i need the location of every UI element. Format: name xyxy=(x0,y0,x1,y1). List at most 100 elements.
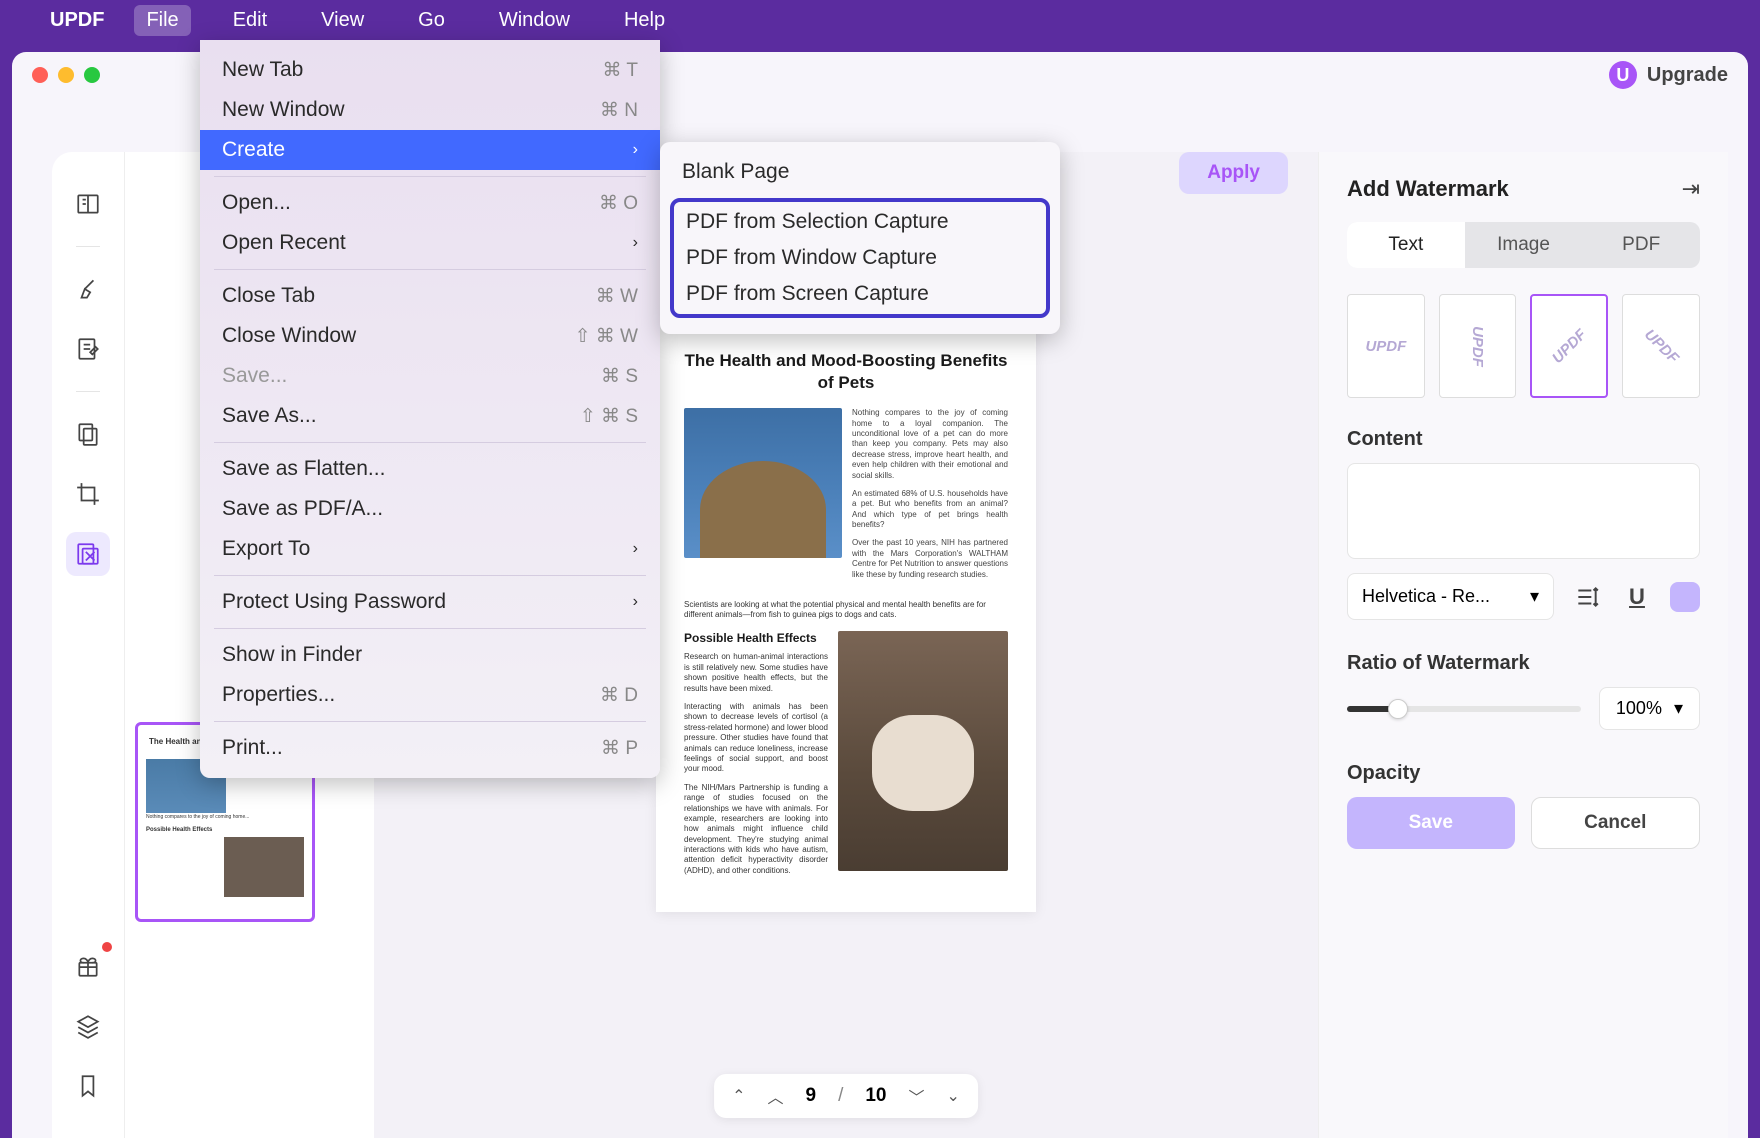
edit-tool[interactable] xyxy=(66,327,110,371)
minimize-window-button[interactable] xyxy=(58,67,74,83)
menu-save-flatten[interactable]: Save as Flatten... xyxy=(200,449,660,489)
page-navigation: ⌃ ︿ 9 / 10 ﹀ ⌄ xyxy=(714,1074,978,1118)
tab-pdf[interactable]: PDF xyxy=(1582,222,1700,268)
page-separator: / xyxy=(838,1085,843,1107)
separator xyxy=(214,575,646,576)
cancel-button[interactable]: Cancel xyxy=(1531,797,1701,849)
menubar-file[interactable]: File xyxy=(134,5,190,36)
submenu-screen-capture[interactable]: PDF from Screen Capture xyxy=(674,276,1046,312)
capture-highlight-box: PDF from Selection Capture PDF from Wind… xyxy=(670,198,1050,318)
menubar-app-name[interactable]: UPDF xyxy=(50,9,104,32)
menu-save-pdfa[interactable]: Save as PDF/A... xyxy=(200,489,660,529)
ratio-slider[interactable] xyxy=(1347,706,1581,712)
page-view[interactable]: The Health and Mood-Boosting Benefits of… xyxy=(656,322,1036,912)
wm-preview-horizontal[interactable]: UPDF xyxy=(1347,294,1425,398)
menubar-help[interactable]: Help xyxy=(612,5,677,36)
submenu-selection-capture[interactable]: PDF from Selection Capture xyxy=(674,204,1046,240)
menu-show-finder[interactable]: Show in Finder xyxy=(200,635,660,675)
separator xyxy=(214,269,646,270)
next-page-button[interactable]: ﹀ xyxy=(909,1084,925,1108)
prev-page-button[interactable]: ︿ xyxy=(767,1084,783,1108)
font-select[interactable]: Helvetica - Re... ▾ xyxy=(1347,573,1554,620)
watermark-content-input[interactable] xyxy=(1347,463,1700,559)
upgrade-label: Upgrade xyxy=(1647,64,1728,87)
separator xyxy=(76,246,100,247)
reader-tool[interactable] xyxy=(66,182,110,226)
chevron-right-icon: › xyxy=(633,593,638,611)
cat-image-icon xyxy=(684,408,842,558)
current-page[interactable]: 9 xyxy=(806,1085,817,1107)
line-spacing-icon[interactable] xyxy=(1570,580,1604,614)
watermark-tool[interactable] xyxy=(66,532,110,576)
menu-save-as[interactable]: Save As...⇧ ⌘ S xyxy=(200,396,660,436)
create-submenu: Blank Page PDF from Selection Capture PD… xyxy=(660,142,1060,334)
watermark-type-tabs: Text Image PDF xyxy=(1347,222,1700,268)
separator xyxy=(76,391,100,392)
separator xyxy=(214,628,646,629)
comment-tool[interactable] xyxy=(66,267,110,311)
upgrade-badge-icon: U xyxy=(1609,61,1637,89)
menubar-edit[interactable]: Edit xyxy=(221,5,279,36)
close-window-button[interactable] xyxy=(32,67,48,83)
color-picker[interactable] xyxy=(1670,582,1700,612)
underline-icon[interactable]: U xyxy=(1620,580,1654,614)
organize-tool[interactable] xyxy=(66,412,110,456)
wm-preview-diagonal-down[interactable]: UPDF xyxy=(1622,294,1700,398)
apply-button[interactable]: Apply xyxy=(1179,152,1288,194)
submenu-window-capture[interactable]: PDF from Window Capture xyxy=(674,240,1046,276)
thumbnail-image-icon xyxy=(224,837,304,897)
wm-preview-diagonal-up[interactable]: UPDF xyxy=(1530,294,1608,398)
file-menu: New Tab⌘ T New Window⌘ N Create› Open...… xyxy=(200,40,660,778)
menubar-window[interactable]: Window xyxy=(487,5,582,36)
menu-new-window[interactable]: New Window⌘ N xyxy=(200,90,660,130)
panel-title: Add Watermark xyxy=(1347,176,1509,202)
notification-dot-icon xyxy=(102,942,112,952)
opacity-label: Opacity xyxy=(1347,762,1700,785)
menubar-view[interactable]: View xyxy=(309,5,376,36)
chevron-right-icon: › xyxy=(633,141,638,159)
ratio-label: Ratio of Watermark xyxy=(1347,652,1700,675)
menu-new-tab[interactable]: New Tab⌘ T xyxy=(200,50,660,90)
upgrade-button[interactable]: U Upgrade xyxy=(1609,61,1728,89)
watermark-panel: Add Watermark ⇥ Text Image PDF UPDF UPDF… xyxy=(1318,152,1728,1138)
dogs-image-icon xyxy=(838,631,1008,871)
left-toolbar xyxy=(52,152,124,1138)
separator xyxy=(214,442,646,443)
tab-text[interactable]: Text xyxy=(1347,222,1465,268)
maximize-window-button[interactable] xyxy=(84,67,100,83)
menu-create[interactable]: Create› xyxy=(200,130,660,170)
menu-open[interactable]: Open...⌘ O xyxy=(200,183,660,223)
system-menubar: UPDF File Edit View Go Window Help xyxy=(0,0,1760,40)
menubar-go[interactable]: Go xyxy=(406,5,457,36)
menu-print[interactable]: Print...⌘ P xyxy=(200,728,660,768)
chevron-right-icon: › xyxy=(633,540,638,558)
content-label: Content xyxy=(1347,428,1700,451)
submenu-blank-page[interactable]: Blank Page xyxy=(660,152,1060,192)
collapse-panel-icon[interactable]: ⇥ xyxy=(1682,176,1700,202)
menu-close-window[interactable]: Close Window⇧ ⌘ W xyxy=(200,316,660,356)
menu-protect[interactable]: Protect Using Password› xyxy=(200,582,660,622)
total-pages: 10 xyxy=(865,1085,886,1107)
ratio-value-select[interactable]: 100% ▾ xyxy=(1599,687,1700,730)
last-page-button[interactable]: ⌄ xyxy=(947,1086,960,1106)
page-heading: The Health and Mood-Boosting Benefits of… xyxy=(684,350,1008,394)
traffic-lights xyxy=(32,67,100,83)
bookmark-tool[interactable] xyxy=(66,1064,110,1108)
menu-export-to[interactable]: Export To› xyxy=(200,529,660,569)
menu-properties[interactable]: Properties...⌘ D xyxy=(200,675,660,715)
layers-tool[interactable] xyxy=(66,1004,110,1048)
dropdown-arrow-icon: ▾ xyxy=(1530,586,1539,607)
separator xyxy=(214,721,646,722)
menu-save[interactable]: Save...⌘ S xyxy=(200,356,660,396)
save-button[interactable]: Save xyxy=(1347,797,1515,849)
dropdown-arrow-icon: ▾ xyxy=(1674,698,1683,719)
chevron-right-icon: › xyxy=(633,234,638,252)
menu-open-recent[interactable]: Open Recent› xyxy=(200,223,660,263)
first-page-button[interactable]: ⌃ xyxy=(732,1086,745,1106)
tab-image[interactable]: Image xyxy=(1465,222,1583,268)
crop-tool[interactable] xyxy=(66,472,110,516)
wm-preview-vertical[interactable]: UPDF xyxy=(1439,294,1517,398)
gift-tool[interactable] xyxy=(66,944,110,988)
separator xyxy=(214,176,646,177)
menu-close-tab[interactable]: Close Tab⌘ W xyxy=(200,276,660,316)
